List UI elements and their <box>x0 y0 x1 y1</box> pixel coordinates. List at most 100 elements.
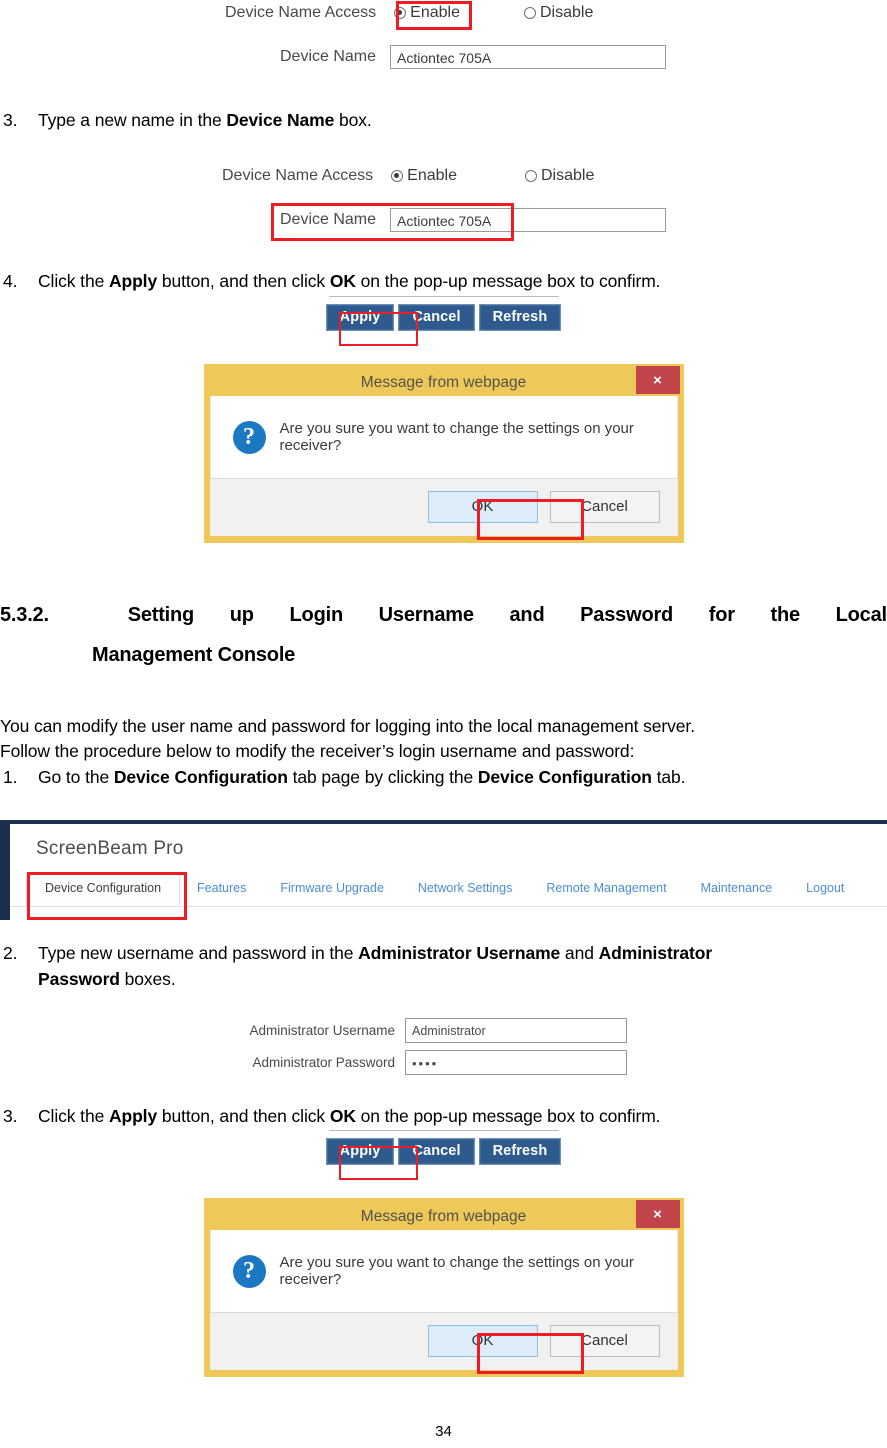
tab-maintenance[interactable]: Maintenance <box>684 872 790 906</box>
admin-credentials-screenshot: Administrator Username Administrator Adm… <box>0 1018 887 1082</box>
device-name-settings-screenshot-1: Device Name Access Enable Disable Device… <box>0 0 887 84</box>
heading-line-1: 5.3.2. Setting up Login Username and Pas… <box>0 595 887 635</box>
refresh-button[interactable]: Refresh <box>478 1138 562 1165</box>
device-name-settings-screenshot-2: Device Name Access Enable Disable Device… <box>0 163 887 253</box>
dialog-cancel-button[interactable]: Cancel <box>549 1325 660 1357</box>
step-text-1: Click the <box>38 1106 109 1126</box>
administrator-username-input[interactable]: Administrator <box>405 1018 627 1043</box>
close-icon[interactable]: × <box>635 1200 680 1228</box>
radio-disable-label: Disable <box>540 4 594 21</box>
heading-word-8: Local <box>835 604 887 626</box>
device-name-input[interactable]: Actiontec 705A <box>390 45 667 69</box>
step-text-bold-administrator: Administrator <box>598 943 713 963</box>
step-number: 3. <box>3 1106 18 1126</box>
radio-disable-icon[interactable] <box>525 170 537 182</box>
apply-button[interactable]: Apply <box>325 304 395 331</box>
question-mark-icon: ? <box>232 1254 266 1288</box>
ok-button[interactable]: OK <box>427 491 538 523</box>
dialog-footer: OK Cancel <box>209 478 678 536</box>
admin-form: Administrator Username Administrator Adm… <box>0 1018 887 1075</box>
tab-network-settings[interactable]: Network Settings <box>401 872 529 906</box>
device-name-access-row: Device Name Access Enable Disable <box>222 167 594 185</box>
app-title: ScreenBeam Pro <box>36 838 184 859</box>
radio-disable-icon[interactable] <box>524 7 536 19</box>
dialog-footer: OK Cancel <box>209 1312 678 1370</box>
document-page: Device Name Access Enable Disable Device… <box>0 0 887 1448</box>
heading-word-4: and <box>509 604 545 626</box>
step-3-click-apply-bottom: 3. Click the Apply button, and then clic… <box>0 1103 887 1129</box>
heading-word-1: up <box>229 604 254 626</box>
step-number: 2. <box>3 943 18 963</box>
radio-option-disable[interactable]: Disable <box>525 167 594 185</box>
close-icon[interactable]: × <box>635 366 680 394</box>
intro-paragraph: You can modify the user name and passwor… <box>0 714 887 764</box>
screenbeam-nav-screenshot: ScreenBeam Pro Device Configuration Feat… <box>0 820 887 920</box>
heading-word-2: Login <box>289 604 344 626</box>
step-text-1: Go to the <box>38 767 114 787</box>
radio-option-enable[interactable]: Enable <box>394 4 460 22</box>
step-number: 3. <box>3 110 18 130</box>
question-mark-icon: ? <box>232 420 266 454</box>
tab-device-configuration[interactable]: Device Configuration <box>26 872 181 906</box>
step-text-3: tab. <box>651 767 686 787</box>
dialog-title-bar: Message from webpage × <box>210 366 680 396</box>
divider-line <box>328 1130 559 1131</box>
web-ui-button-bar-screenshot-1: Apply Cancel Refresh <box>0 296 887 346</box>
nav-tab-bar: Device Configuration Features Firmware U… <box>10 872 887 907</box>
step-text-before: Type a new name in the <box>38 110 227 130</box>
button-row: Apply Cancel Refresh <box>0 1138 887 1165</box>
administrator-password-row: Administrator Password •••• <box>215 1050 887 1075</box>
message-dialog-screenshot-2: Message from webpage × ? Are you sure yo… <box>0 1198 887 1377</box>
step-4-click-apply: 4. Click the Apply button, and then clic… <box>0 268 887 294</box>
radio-option-disable[interactable]: Disable <box>524 4 593 22</box>
cancel-button[interactable]: Cancel <box>398 304 475 331</box>
device-name-label: Device Name <box>280 48 377 65</box>
step-text-bold-password: Password <box>38 969 120 989</box>
dialog-body: ? Are you sure you want to change the se… <box>209 1230 678 1312</box>
refresh-button[interactable]: Refresh <box>478 304 562 331</box>
administrator-password-label: Administrator Password <box>252 1055 395 1070</box>
tab-remote-management[interactable]: Remote Management <box>529 872 683 906</box>
heading-word-6: for <box>708 604 735 626</box>
step-number: 1. <box>3 767 18 787</box>
tab-features[interactable]: Features <box>180 872 263 906</box>
step-text-3: boxes. <box>119 969 176 989</box>
device-name-row: Device Name Actiontec 705A <box>280 45 667 69</box>
dialog-message: Are you sure you want to change the sett… <box>279 1254 634 1288</box>
dialog-message: Are you sure you want to change the sett… <box>279 420 634 454</box>
device-name-input[interactable]: Actiontec 705A <box>390 208 667 232</box>
heading-word-3: Username <box>378 604 474 626</box>
heading-number: 5.3.2. <box>0 604 49 626</box>
message-from-webpage-dialog: Message from webpage × ? Are you sure yo… <box>203 1198 684 1377</box>
ok-button[interactable]: OK <box>427 1325 538 1357</box>
apply-button[interactable]: Apply <box>325 1138 395 1165</box>
message-dialog-screenshot-1: Message from webpage × ? Are you sure yo… <box>0 364 887 543</box>
heading-word-7: the <box>770 604 801 626</box>
message-from-webpage-dialog: Message from webpage × ? Are you sure yo… <box>203 364 684 543</box>
dialog-title: Message from webpage <box>360 373 527 391</box>
radio-enable-icon[interactable] <box>391 170 404 182</box>
step-text-1: Click the <box>38 271 109 291</box>
radio-enable-icon[interactable] <box>394 7 407 19</box>
heading-line-2: Management Console <box>92 644 296 666</box>
step-1-go-to-device-configuration: 1. Go to the Device Configuration tab pa… <box>0 764 887 790</box>
browser-window-capture: ScreenBeam Pro Device Configuration Feat… <box>0 820 887 920</box>
radio-option-enable[interactable]: Enable <box>391 167 457 185</box>
step-text-2: button, and then click <box>157 271 330 291</box>
step-text-bold-1: Device Configuration <box>113 767 288 787</box>
intro-line-1: You can modify the user name and passwor… <box>0 716 695 736</box>
divider-line <box>328 296 559 297</box>
tab-logout[interactable]: Logout <box>789 872 861 906</box>
device-name-access-label: Device Name Access <box>225 4 377 21</box>
step-text-3: on the pop-up message box to confirm. <box>355 271 661 291</box>
administrator-password-input[interactable]: •••• <box>405 1050 627 1075</box>
radio-enable-label: Enable <box>410 4 460 21</box>
cancel-button[interactable]: Cancel <box>398 1138 475 1165</box>
page-number: 34 <box>435 1423 452 1440</box>
step-text-2: button, and then click <box>157 1106 330 1126</box>
dialog-cancel-button[interactable]: Cancel <box>549 491 660 523</box>
heading-word-0: Setting <box>127 604 195 626</box>
button-row: Apply Cancel Refresh <box>0 304 887 331</box>
tab-firmware-upgrade[interactable]: Firmware Upgrade <box>263 872 401 906</box>
heading-word-5: Password <box>580 604 674 626</box>
